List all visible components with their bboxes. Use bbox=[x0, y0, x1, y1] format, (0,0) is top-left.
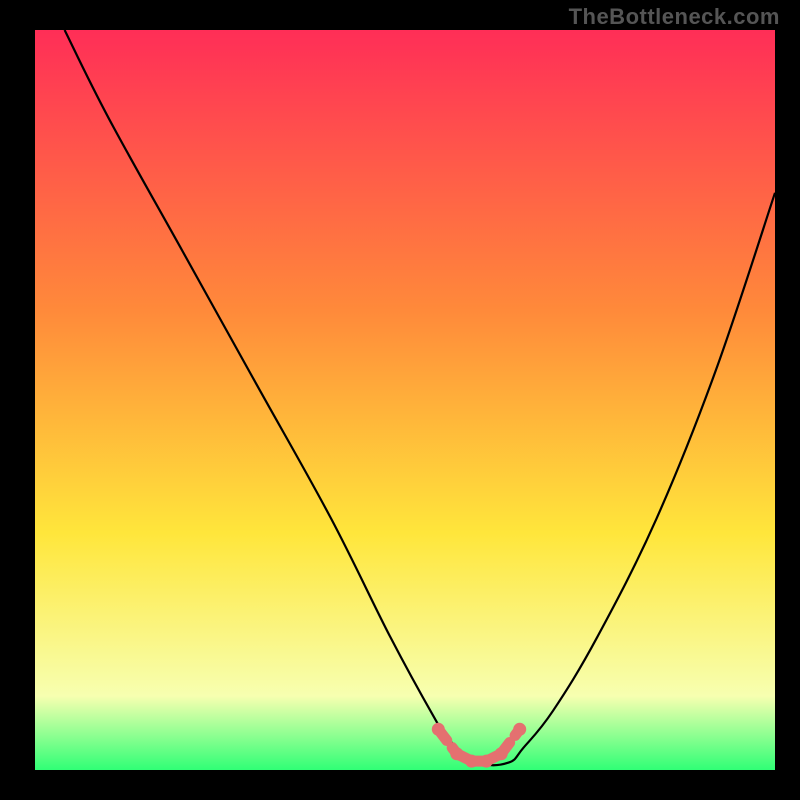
marker-dot bbox=[432, 723, 445, 736]
gradient-background bbox=[35, 30, 775, 770]
chart-frame: TheBottleneck.com bbox=[0, 0, 800, 800]
marker-dot bbox=[495, 747, 508, 760]
marker-dot bbox=[465, 755, 478, 768]
marker-dot bbox=[480, 755, 493, 768]
plot-area bbox=[35, 30, 775, 770]
watermark-text: TheBottleneck.com bbox=[569, 4, 780, 30]
marker-dot bbox=[513, 723, 526, 736]
marker-dot bbox=[450, 747, 463, 760]
chart-svg bbox=[35, 30, 775, 770]
